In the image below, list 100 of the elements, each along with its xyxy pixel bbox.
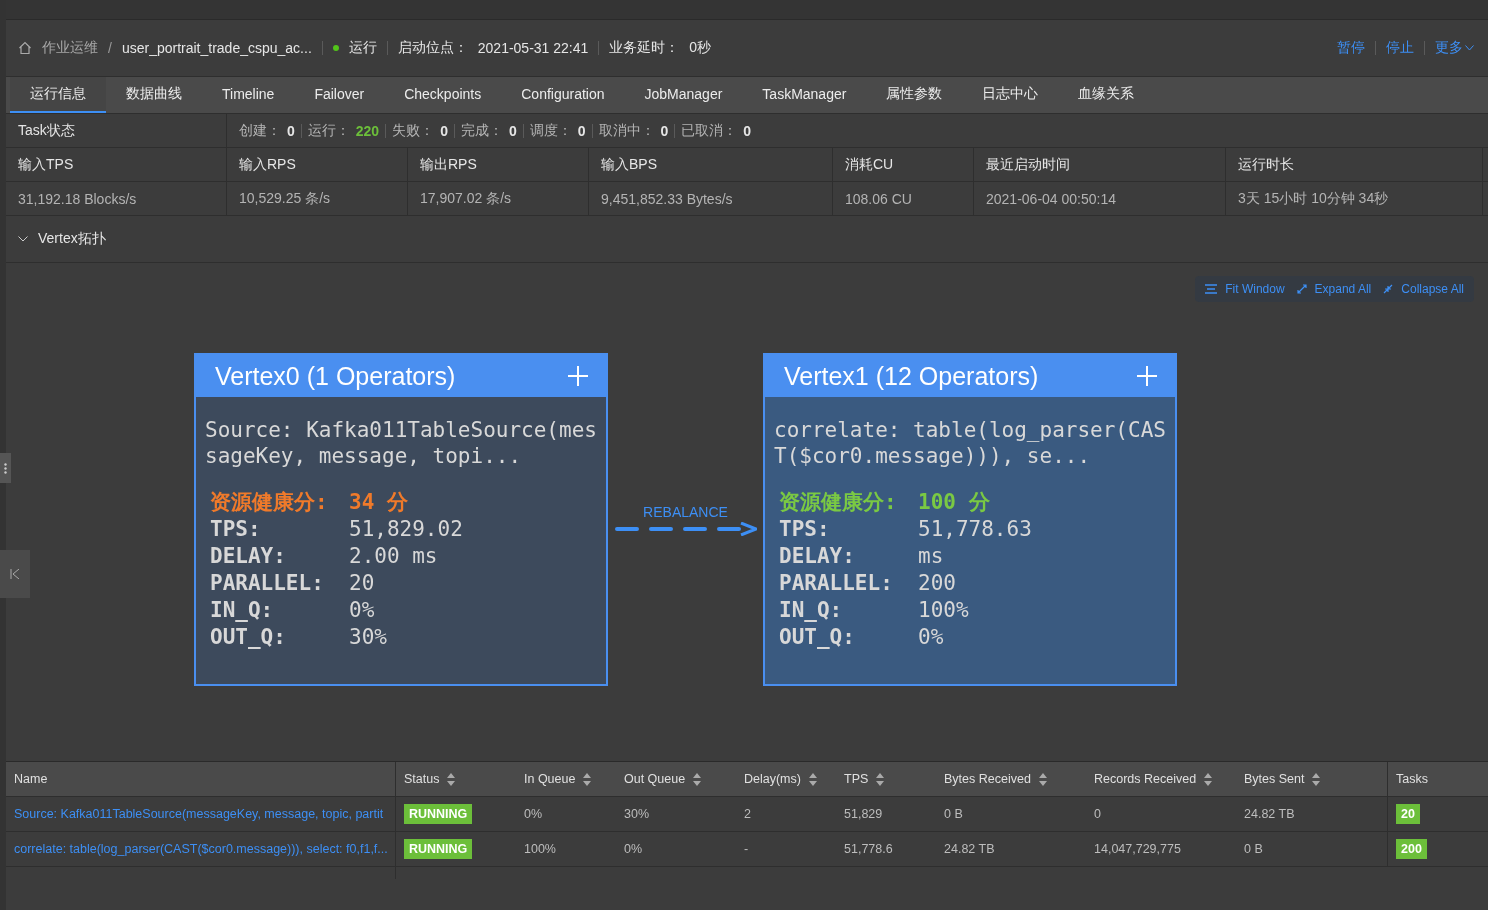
table-cell-text: 0% bbox=[623, 841, 644, 858]
status-label: 运行 bbox=[348, 39, 377, 57]
metric-label: 输出RPS bbox=[408, 148, 589, 181]
sort-icon[interactable] bbox=[583, 772, 592, 786]
toolbar-button[interactable]: Collapse All bbox=[1377, 282, 1470, 296]
metric-label: 输入BPS bbox=[589, 148, 833, 181]
stat-value: 200 bbox=[918, 570, 957, 597]
stat-value: 51,778.63 bbox=[918, 516, 1033, 543]
stat-value: 0% bbox=[349, 597, 376, 624]
vertex-node[interactable]: Vertex0 (1 Operators) Source: Kafka011TableSource(messageKey, message, topi... 资源健康分: 34 分 TPS: 51,829.02 DELAY: 2.00 ms PARALLEL: 20 IN_Q: 0% OUT_Q: 30% bbox=[194, 353, 608, 686]
table-cell-text: 24.82 TB bbox=[943, 841, 996, 858]
chevron-down-icon bbox=[1465, 45, 1474, 51]
vertex-title: Vertex0 (1 Operators) bbox=[215, 361, 456, 391]
tab[interactable]: TaskManager bbox=[742, 77, 867, 113]
resize-handle[interactable] bbox=[0, 453, 11, 483]
tab[interactable]: 属性参数 bbox=[866, 77, 963, 113]
tab[interactable]: 血缘关系 bbox=[1058, 77, 1155, 113]
table-cell-text: 51,778.6 bbox=[843, 841, 894, 858]
table-cell-text: 2 bbox=[743, 806, 752, 823]
column-header[interactable]: Bytes Received bbox=[936, 762, 1086, 796]
align-icon bbox=[1205, 284, 1218, 294]
count-label: 创建： bbox=[239, 121, 281, 140]
stat-label: DELAY: bbox=[779, 543, 856, 570]
toolbar-button[interactable]: Expand All bbox=[1290, 282, 1378, 296]
count-label: 完成： bbox=[460, 121, 503, 140]
metric-value: 17,907.02 条/s bbox=[408, 182, 589, 215]
tab[interactable]: Failover bbox=[294, 77, 385, 113]
count-value: 0 bbox=[508, 122, 517, 139]
tasks-count: 20 bbox=[1396, 804, 1420, 824]
table-cell-text: 0 B bbox=[943, 806, 964, 823]
sort-icon[interactable] bbox=[447, 772, 456, 786]
chevron-down-icon[interactable] bbox=[18, 236, 28, 242]
column-header[interactable]: Status bbox=[396, 762, 516, 796]
sort-icon[interactable] bbox=[808, 772, 817, 786]
expand-icon bbox=[1296, 284, 1307, 294]
stat-label: DELAY: bbox=[210, 543, 287, 570]
metric-label: 运行时长 bbox=[1226, 148, 1483, 181]
count-label: 取消中： bbox=[598, 121, 655, 140]
tab[interactable]: 运行信息 bbox=[10, 77, 106, 113]
sort-icon[interactable] bbox=[1312, 772, 1321, 786]
metric-value: 10,529.25 条/s bbox=[227, 182, 408, 215]
metric-value: 3天 15小时 10分钟 34秒 bbox=[1226, 182, 1483, 215]
tab[interactable]: Checkpoints bbox=[384, 77, 502, 113]
stat-label: OUT_Q: bbox=[779, 624, 856, 651]
table-cell-text: 0% bbox=[523, 806, 544, 823]
metric-label: 最近启动时间 bbox=[974, 148, 1226, 181]
grip-icon bbox=[4, 462, 7, 474]
field-value: 0秒 bbox=[689, 39, 712, 57]
column-header[interactable]: Records Received bbox=[1086, 762, 1236, 796]
job-name: user_portrait_trade_cspu_ac... bbox=[121, 40, 312, 56]
collapse-left-icon bbox=[10, 569, 20, 579]
score-label: 资源健康分: bbox=[210, 489, 329, 516]
field-label: 业务延时： bbox=[609, 39, 680, 57]
metric-value: 9,451,852.33 Bytes/s bbox=[589, 182, 833, 215]
stat-label: IN_Q: bbox=[210, 597, 275, 624]
column-header: Tasks bbox=[1395, 771, 1429, 788]
sort-icon[interactable] bbox=[693, 772, 702, 786]
column-header[interactable]: In Queue bbox=[516, 762, 616, 796]
column-header[interactable]: Out Queue bbox=[616, 762, 736, 796]
plus-icon[interactable] bbox=[568, 366, 588, 386]
action-link[interactable]: 更多 bbox=[1435, 39, 1474, 57]
tab[interactable]: 日志中心 bbox=[962, 77, 1059, 113]
edge-label: REBALANCE bbox=[643, 503, 728, 520]
count-value: 220 bbox=[355, 122, 380, 139]
table-cell-text: 51,829 bbox=[843, 806, 884, 823]
table-cell-text: 100% bbox=[523, 841, 557, 858]
breadcrumb-separator: / bbox=[108, 40, 112, 56]
table-cell-text: 30% bbox=[623, 806, 651, 823]
toolbar-button[interactable]: Fit Window bbox=[1199, 282, 1291, 296]
breadcrumb-link[interactable]: 作业运维 bbox=[42, 39, 98, 57]
home-icon[interactable] bbox=[18, 41, 32, 55]
column-header[interactable]: Bytes Sent bbox=[1236, 762, 1388, 796]
count-value: 0 bbox=[743, 122, 752, 139]
stat-label: PARALLEL: bbox=[210, 570, 325, 597]
vertex-node[interactable]: Vertex1 (12 Operators) correlate: table(log_parser(CAST($cor0.message))), se... 资源健康分: 100 分 TPS: 51,778.63 DELAY: ms PARALLEL: 200 IN_Q: 100% OUT_Q: 0% bbox=[763, 353, 1177, 686]
action-link[interactable]: 暂停 bbox=[1337, 39, 1365, 57]
stat-value: 51,829.02 bbox=[349, 516, 464, 543]
field-value: 2021-05-31 22:41 bbox=[477, 40, 589, 56]
tab[interactable]: 数据曲线 bbox=[106, 77, 202, 113]
plus-icon[interactable] bbox=[1137, 366, 1157, 386]
sort-icon[interactable] bbox=[1038, 772, 1047, 786]
metric-label: 输入RPS bbox=[227, 148, 408, 181]
stat-value: 0% bbox=[918, 624, 945, 651]
metric-value: 31,192.18 Blocks/s bbox=[6, 182, 227, 215]
count-value: 0 bbox=[577, 122, 586, 139]
sort-icon[interactable] bbox=[876, 772, 885, 786]
column-header[interactable]: TPS bbox=[836, 762, 936, 796]
tab[interactable]: Timeline bbox=[202, 77, 295, 113]
column-header[interactable]: Delay(ms) bbox=[736, 762, 836, 796]
sidebar-toggle[interactable] bbox=[0, 550, 30, 598]
stat-value: 30% bbox=[349, 624, 388, 651]
action-link[interactable]: 停止 bbox=[1386, 39, 1414, 57]
sort-icon[interactable] bbox=[1204, 772, 1213, 786]
status-tag: RUNNING bbox=[404, 839, 473, 859]
stat-value: 20 bbox=[349, 570, 376, 597]
count-value: 0 bbox=[440, 122, 448, 139]
tab[interactable]: JobManager bbox=[624, 77, 743, 113]
tab[interactable]: Configuration bbox=[501, 77, 625, 113]
stat-value: 2.00 ms bbox=[349, 543, 439, 570]
table-cell-text: 0 bbox=[1093, 806, 1102, 823]
